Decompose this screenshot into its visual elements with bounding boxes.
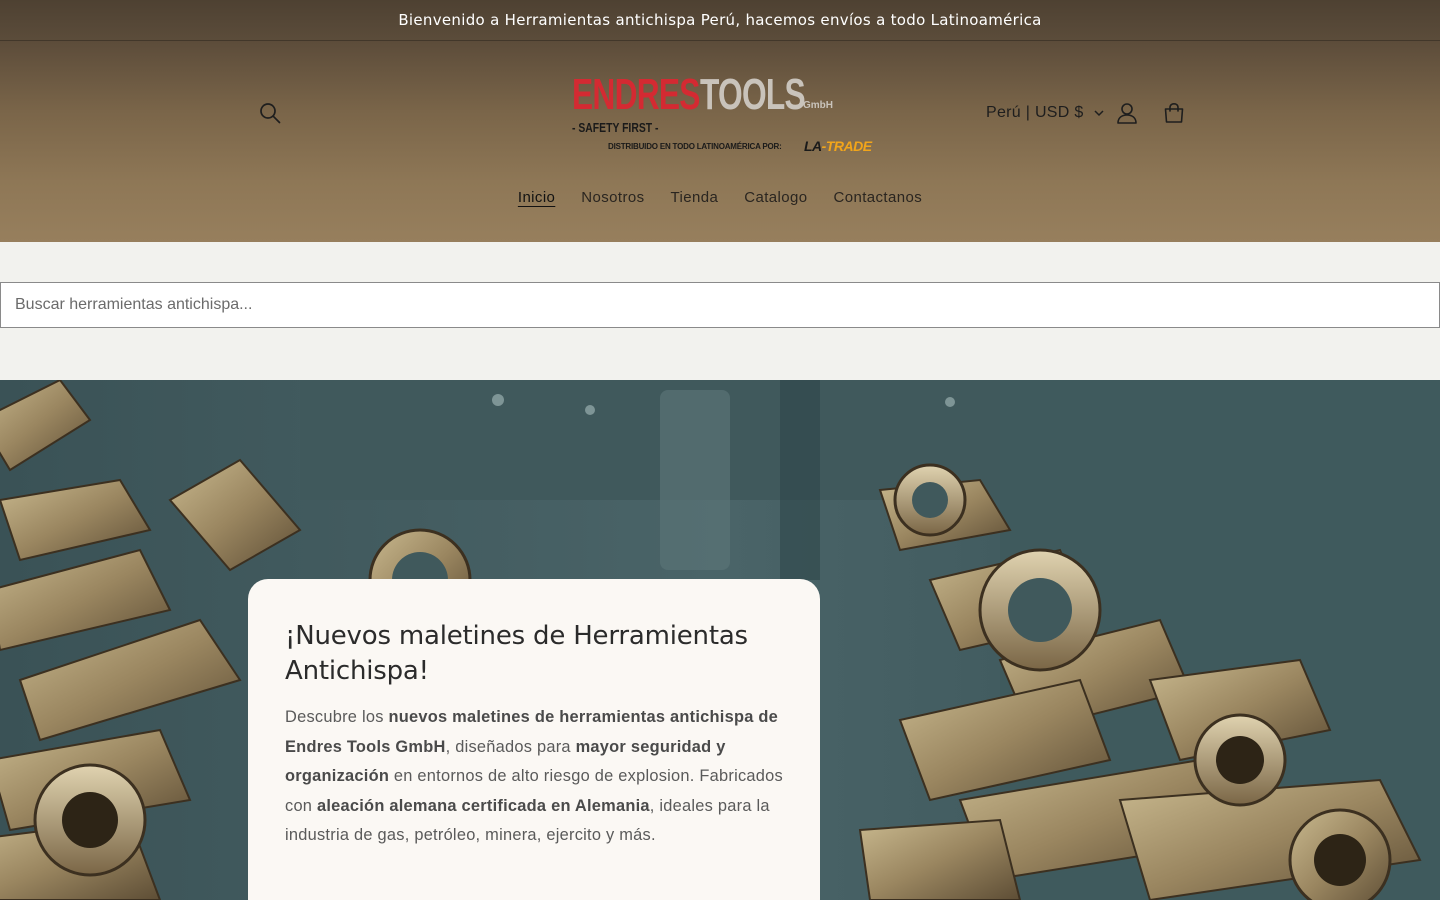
logo-partner-suffix: -TRADE (821, 138, 872, 154)
nav-item-tienda[interactable]: Tienda (658, 186, 732, 210)
account-button[interactable] (1111, 97, 1143, 129)
locale-label: Perú | USD $ (986, 104, 1084, 121)
hero-content-card: ¡Nuevos maletines de Herramientas Antich… (248, 579, 820, 900)
logo-partner: LA-TRADE (804, 138, 872, 154)
cart-icon (1164, 102, 1184, 123)
hero-banner: ¡Nuevos maletines de Herramientas Antich… (0, 380, 1440, 900)
hero-title: ¡Nuevos maletines de Herramientas Antich… (285, 621, 748, 686)
nav-item-contactanos[interactable]: Contactanos (821, 186, 936, 210)
hero-text-part: , diseñados para (445, 737, 576, 756)
search-input[interactable] (0, 282, 1440, 328)
cart-button[interactable] (1158, 97, 1190, 129)
search-icon (260, 103, 281, 124)
search-section (0, 242, 1440, 380)
announcement-text: Bienvenido a Herramientas antichispa Per… (398, 11, 1042, 29)
account-icon (1117, 103, 1137, 124)
logo-brand-red: ENDRES (572, 70, 700, 119)
logo-partner-prefix: LA (804, 138, 822, 154)
site-header: ENDRES TOOLS GmbH - SAFETY FIRST - DISTR… (0, 41, 1440, 242)
nav-item-inicio[interactable]: Inicio (505, 186, 568, 210)
nav-item-nosotros[interactable]: Nosotros (568, 186, 657, 210)
logo-wordmark: ENDRES TOOLS (572, 67, 806, 119)
logo-brand-grey: TOOLS (700, 70, 806, 119)
header-search-button[interactable] (254, 97, 286, 129)
nav-item-catalogo[interactable]: Catalogo (731, 186, 820, 210)
hero-text-part: Descubre los (285, 708, 389, 726)
logo-suffix: GmbH (803, 100, 833, 111)
site-logo[interactable]: ENDRES TOOLS GmbH - SAFETY FIRST - DISTR… (560, 67, 880, 167)
logo-distributor: DISTRIBUIDO EN TODO LATINOAMÉRICA POR: (608, 142, 782, 151)
locale-selector[interactable]: Perú | USD $ (986, 101, 1104, 125)
logo-tagline: - SAFETY FIRST - (572, 120, 659, 135)
hero-description: Descubre los nuevos maletines de herrami… (285, 703, 783, 851)
hero-text-bold: aleación alemana certificada en Alemania (316, 796, 650, 815)
main-nav: Inicio Nosotros Tienda Catalogo Contacta… (0, 186, 1440, 210)
announcement-bar: Bienvenido a Herramientas antichispa Per… (0, 0, 1440, 41)
chevron-down-icon (1094, 109, 1104, 116)
